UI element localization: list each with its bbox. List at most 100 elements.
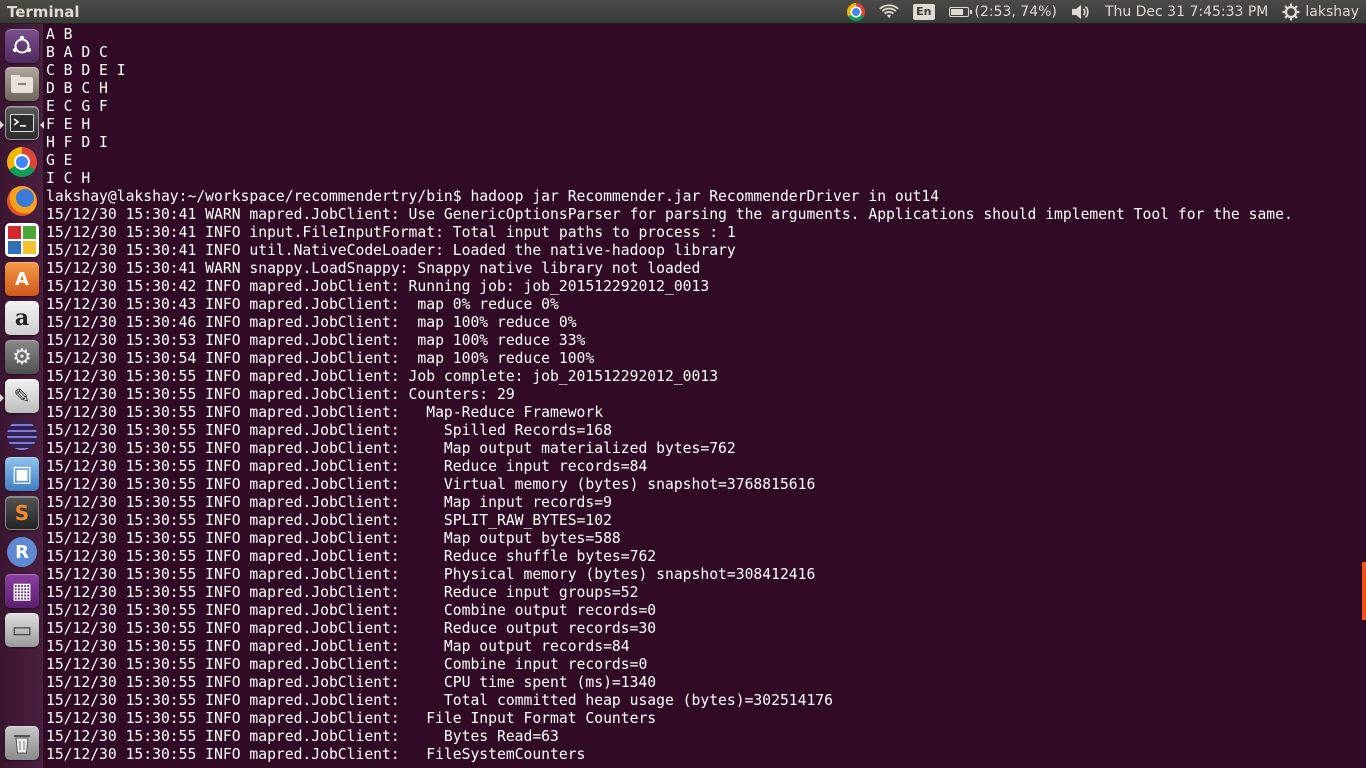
- terminal-line: 15/12/30 15:30:55 INFO mapred.JobClient:…: [46, 584, 639, 601]
- terminal-line: 15/12/30 15:30:53 INFO mapred.JobClient:…: [46, 332, 586, 349]
- launcher-libreoffice-button[interactable]: [5, 223, 39, 257]
- firefox-icon: [7, 186, 37, 216]
- terminal-line: 15/12/30 15:30:55 INFO mapred.JobClient:…: [46, 656, 648, 673]
- dash-icon: [12, 35, 32, 54]
- terminal-running-pip: [0, 121, 4, 129]
- terminal-line: 15/12/30 15:30:55 INFO mapred.JobClient:…: [46, 710, 657, 727]
- software-center-icon: A: [15, 268, 29, 290]
- clock-text: Thu Dec 31 7:45:33 PM: [1104, 4, 1269, 20]
- terminal-line: 15/12/30 15:30:43 INFO mapred.JobClient:…: [46, 296, 559, 313]
- terminal-scrollbar[interactable]: [1362, 562, 1366, 620]
- terminal-line: 15/12/30 15:30:55 INFO mapred.JobClient:…: [46, 530, 621, 547]
- terminal-line: 15/12/30 15:30:55 INFO mapred.JobClient:…: [46, 728, 559, 745]
- terminal-line: 15/12/30 15:30:55 INFO mapred.JobClient:…: [46, 692, 833, 709]
- user-name: lakshay: [1305, 4, 1359, 20]
- terminal-line: 15/12/30 15:30:55 INFO mapred.JobClient:…: [46, 440, 736, 457]
- text-editor-icon: ✎: [13, 384, 31, 408]
- launcher-dash-button[interactable]: [5, 29, 39, 63]
- terminal-line: 15/12/30 15:30:55 INFO mapred.JobClient:…: [46, 602, 657, 619]
- libreoffice-icon: [8, 226, 36, 254]
- chrome-indicator[interactable]: [840, 0, 872, 24]
- terminal-line: 15/12/30 15:30:55 INFO mapred.JobClient:…: [46, 458, 648, 475]
- terminal-line: E C G F: [46, 98, 108, 115]
- terminal-line: lakshay@lakshay:~/workspace/recommendert…: [46, 188, 940, 205]
- drive-icon: ▭: [11, 617, 33, 643]
- terminal-line: 15/12/30 15:30:55 INFO mapred.JobClient:…: [46, 566, 816, 583]
- network-indicator[interactable]: [872, 0, 906, 24]
- text-editor-running-pip: [0, 394, 4, 402]
- chrome-icon: [7, 147, 37, 177]
- launcher-software-center-button[interactable]: A: [5, 262, 39, 296]
- launcher-trash-button[interactable]: [5, 726, 39, 760]
- terminal-line: 15/12/30 15:30:55 INFO mapred.JobClient:…: [46, 620, 657, 637]
- terminal-line: D B C H: [46, 80, 108, 97]
- terminal-line: 15/12/30 15:30:55 INFO mapred.JobClient:…: [46, 548, 657, 565]
- terminal-line: 15/12/30 15:30:55 INFO mapred.JobClient:…: [46, 746, 586, 763]
- rstudio-icon: R: [7, 537, 37, 567]
- terminal-line: 15/12/30 15:30:41 WARN mapred.JobClient:…: [46, 206, 1293, 223]
- top-panel: Terminal En (2:53, 74%) Thu Dec 31 7:45:…: [0, 0, 1366, 24]
- terminal-line: 15/12/30 15:30:55 INFO mapred.JobClient:…: [46, 404, 604, 421]
- launcher-system-settings-button[interactable]: ⚙: [5, 340, 39, 374]
- launcher-eclipse-button[interactable]: [5, 418, 39, 452]
- volume-icon: [1071, 5, 1089, 19]
- window-title: Terminal: [7, 3, 80, 21]
- amazon-icon: a: [14, 305, 30, 331]
- terminal-line: 15/12/30 15:30:42 INFO mapred.JobClient:…: [46, 278, 710, 295]
- terminal-line: 15/12/30 15:30:55 INFO mapred.JobClient:…: [46, 494, 612, 511]
- terminal-line: 15/12/30 15:30:55 INFO mapred.JobClient:…: [46, 422, 612, 439]
- launcher-workspace-switcher-button[interactable]: ▦: [5, 574, 39, 608]
- virtualbox-icon: ▣: [11, 461, 33, 487]
- keyboard-indicator[interactable]: En: [906, 0, 941, 24]
- sound-indicator[interactable]: [1064, 0, 1098, 24]
- terminal-line: 15/12/30 15:30:55 INFO mapred.JobClient:…: [46, 476, 816, 493]
- keyboard-layout-badge: En: [913, 4, 935, 20]
- session-gear-icon: [1282, 3, 1300, 21]
- launcher-amazon-button[interactable]: a: [5, 301, 39, 335]
- terminal-line: 15/12/30 15:30:55 INFO mapred.JobClient:…: [46, 368, 719, 385]
- launcher-drive-button[interactable]: ▭: [5, 613, 39, 647]
- launcher-chrome-button[interactable]: [5, 145, 39, 179]
- terminal-line: A B: [46, 26, 73, 43]
- terminal-line: 15/12/30 15:30:41 INFO util.NativeCodeLo…: [46, 242, 736, 259]
- trash-icon: [14, 735, 30, 754]
- terminal-line: C B D E I: [46, 62, 126, 79]
- launcher-rstudio-button[interactable]: R: [5, 535, 39, 569]
- launcher-firefox-button[interactable]: [5, 184, 39, 218]
- chrome-icon: [847, 3, 866, 21]
- terminal-line: 15/12/30 15:30:54 INFO mapred.JobClient:…: [46, 350, 595, 367]
- terminal-line: 15/12/30 15:30:55 INFO mapred.JobClient:…: [46, 386, 515, 403]
- battery-text: (2:53, 74%): [974, 4, 1057, 20]
- terminal-icon: [10, 114, 34, 132]
- terminal-output[interactable]: A BB A D CC B D E ID B C HE C G FF E HH …: [44, 26, 1293, 764]
- indicator-area: En (2:53, 74%) Thu Dec 31 7:45:33 PM lak…: [840, 0, 1366, 24]
- launcher-terminal-button[interactable]: [5, 106, 39, 140]
- system-settings-icon: ⚙: [12, 344, 32, 370]
- terminal-line: B A D C: [46, 44, 108, 61]
- terminal-line: G E: [46, 152, 73, 169]
- sublime-text-icon: S: [14, 501, 30, 525]
- terminal-line: 15/12/30 15:30:55 INFO mapred.JobClient:…: [46, 638, 630, 655]
- terminal-line: 15/12/30 15:30:41 WARN snappy.LoadSnappy…: [46, 260, 701, 277]
- files-icon: [11, 75, 33, 93]
- terminal-line: I C H: [46, 170, 91, 187]
- terminal-line: F E H: [46, 116, 91, 133]
- terminal-window[interactable]: A BB A D CC B D E ID B C HE C G FF E HH …: [44, 24, 1366, 768]
- terminal-line: 15/12/30 15:30:41 INFO input.FileInputFo…: [46, 224, 736, 241]
- eclipse-icon: [7, 420, 37, 450]
- wifi-icon: [879, 4, 899, 18]
- launcher-text-editor-button[interactable]: ✎: [5, 379, 39, 413]
- workspace-switcher-icon: ▦: [11, 578, 33, 604]
- battery-icon: [948, 7, 972, 17]
- terminal-line: 15/12/30 15:30:55 INFO mapred.JobClient:…: [46, 674, 657, 691]
- launcher-files-button[interactable]: [5, 67, 39, 101]
- launcher-sublime-text-button[interactable]: S: [5, 496, 39, 530]
- terminal-line: 15/12/30 15:30:55 INFO mapred.JobClient:…: [46, 512, 612, 529]
- terminal-line: H F D I: [46, 134, 108, 151]
- clock-indicator[interactable]: Thu Dec 31 7:45:33 PM: [1098, 0, 1276, 24]
- launcher: A a ⚙ ✎ ▣ S R ▦ ▭: [0, 24, 44, 768]
- launcher-virtualbox-button[interactable]: ▣: [5, 457, 39, 491]
- battery-indicator[interactable]: (2:53, 74%): [942, 0, 1064, 24]
- terminal-line: 15/12/30 15:30:46 INFO mapred.JobClient:…: [46, 314, 577, 331]
- session-indicator[interactable]: lakshay: [1275, 0, 1366, 24]
